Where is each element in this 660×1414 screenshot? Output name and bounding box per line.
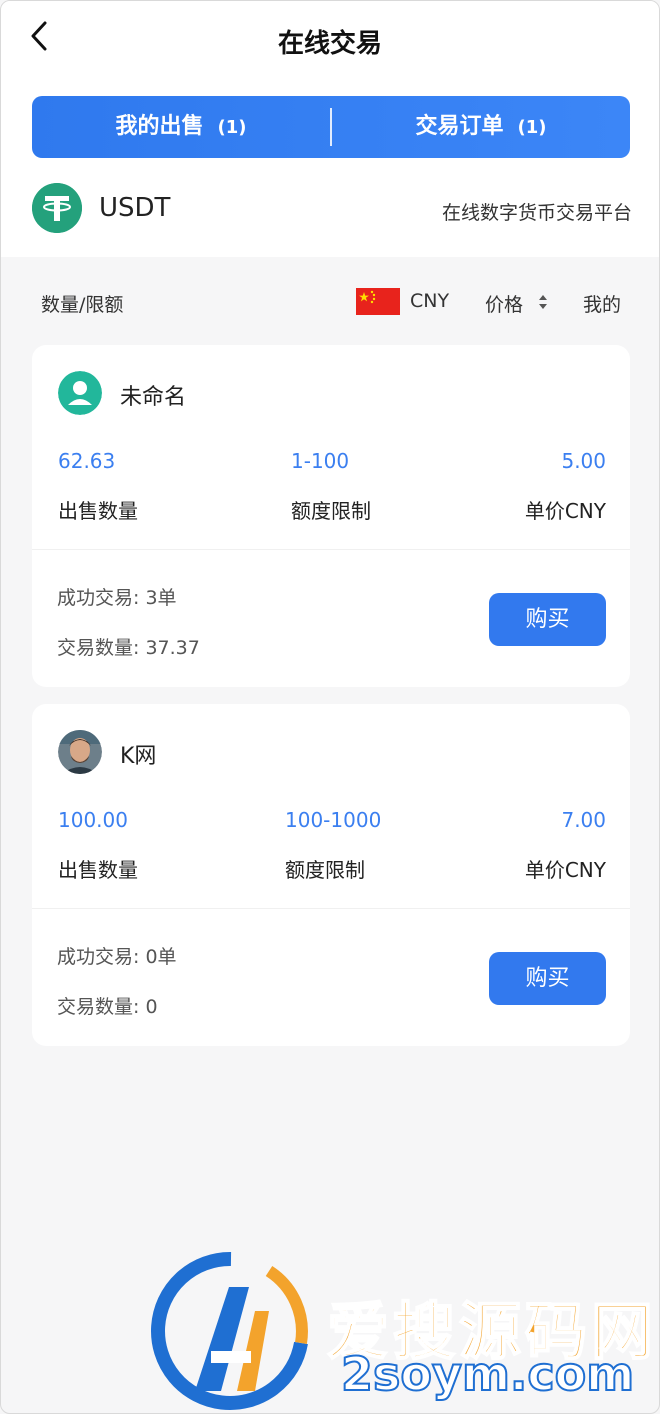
usdt-logo-icon [32,183,82,233]
watermark-logo-icon [151,1251,308,1410]
china-flag-icon[interactable] [356,288,400,315]
quota-limit: 100-1000 [285,808,382,832]
buy-button[interactable]: 购买 [489,593,606,646]
coin-tagline: 在线数字货币交易平台 [441,202,632,224]
page-title: 在线交易 [277,29,382,59]
coin-row: USDT 在线数字货币交易平台 [32,183,632,237]
sale-amount: 62.63 [58,449,116,473]
success-trades: 成功交易: 0单 [57,946,177,968]
quota-limit: 1-100 [291,449,350,473]
quota-limit-label: 额度限制 [291,499,371,523]
currency-selector[interactable]: CNY [410,290,449,312]
avatar-default-icon [58,371,102,415]
card-divider [32,908,630,909]
trade-volume: 交易数量: 37.37 [57,637,200,659]
mine-filter[interactable]: 我的 [583,290,621,317]
listing-card: K网 100.00 100-1000 7.00 出售数量 额度限制 单价CNY … [32,704,630,1046]
sale-amount-label: 出售数量 [58,499,138,523]
tab-trade-orders[interactable]: 交易订单 (1) [332,96,630,158]
unit-price: 7.00 [561,808,606,832]
app-screen: 在线交易 我的出售 (1) 交易订单 (1) USDT 在线数字货币交易平台 数量/… [0,0,660,1414]
filter-bar: 数量/限额 CNY 价格 我的 [1,281,659,325]
coin-name: USDT [99,193,171,223]
sort-icon[interactable] [538,293,548,311]
sale-amount: 100.00 [58,808,128,832]
buy-button[interactable]: 购买 [489,952,606,1005]
card-divider [32,549,630,550]
unit-price-label: 单价CNY [524,858,606,882]
avatar-photo-icon [58,730,102,774]
watermark-text-en: 2soym.com [340,1346,635,1402]
watermark: 爱搜源码网 2soym.com [151,1251,659,1411]
tab-count: (1) [517,117,547,138]
unit-price: 5.00 [561,449,606,473]
tab-label: 交易订单 [415,114,504,139]
unit-price-label: 单价CNY [524,499,606,523]
seller-name: 未命名 [120,385,187,410]
price-sort[interactable]: 价格 [485,290,523,317]
seller-name: K网 [120,744,157,769]
listing-card: 未命名 62.63 1-100 5.00 出售数量 额度限制 单价CNY 成功交… [32,345,630,687]
quota-limit-label: 额度限制 [285,858,365,882]
success-trades: 成功交易: 3单 [57,587,177,609]
trade-volume: 交易数量: 0 [57,996,158,1018]
quantity-limit-label: 数量/限额 [41,294,124,316]
tab-bar: 我的出售 (1) 交易订单 (1) [32,96,630,158]
tab-count: (1) [217,117,247,138]
sale-amount-label: 出售数量 [58,858,138,882]
tab-label: 我的出售 [115,114,204,139]
tab-my-sales[interactable]: 我的出售 (1) [32,96,330,158]
